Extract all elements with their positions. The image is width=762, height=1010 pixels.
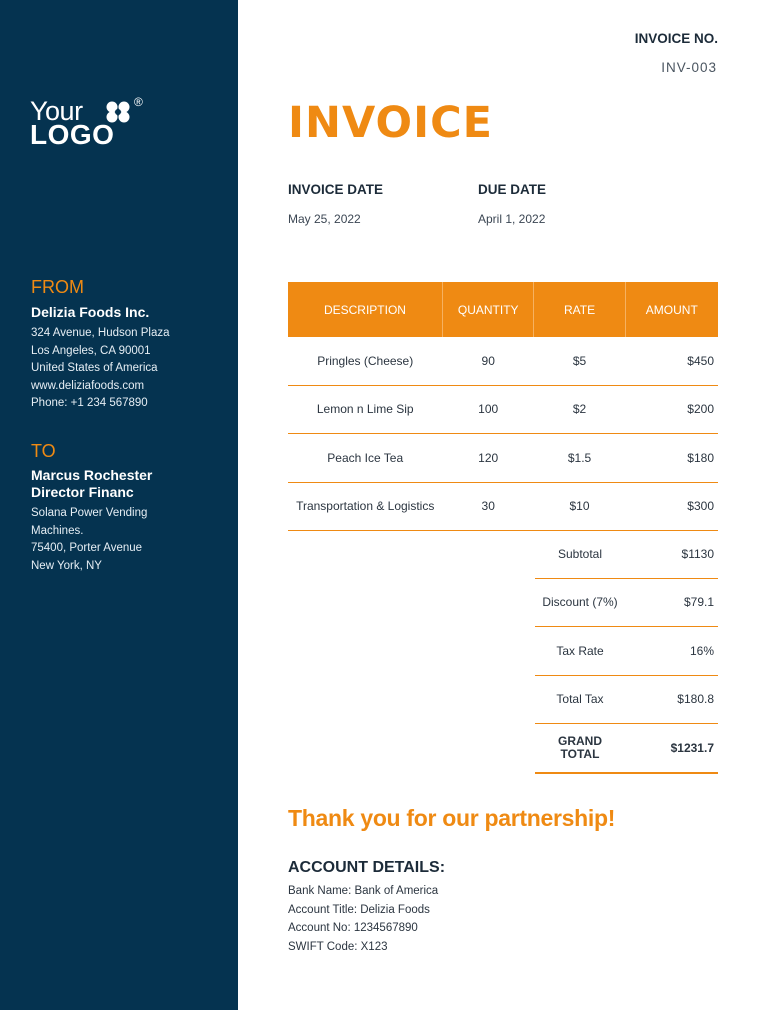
cell-quantity: 120 [442,433,534,483]
header-quantity: QUANTITY [442,282,535,337]
from-address: 324 Avenue, Hudson Plaza Los Angeles, CA… [31,325,170,413]
cell-description: Pringles (Cheese) [288,337,443,386]
invoice-number-value: INV-003 [661,60,717,75]
account-title: Account Title: Delizia Foods [288,903,430,916]
logo-text-line2: LOGO [30,119,115,150]
from-address-line: Los Angeles, CA 90001 [31,344,151,357]
cell-description: Peach Ice Tea [288,433,443,483]
to-title-line: Director Financ [31,484,134,500]
discount-row: Discount (7%) $79.1 [535,578,718,627]
table-row: Lemon n Lime Sip 100 $2 $200 [288,385,718,434]
items-table: DESCRIPTION QUANTITY RATE AMOUNT Pringle… [288,282,718,531]
table-header-row: DESCRIPTION QUANTITY RATE AMOUNT [288,282,718,337]
total-tax-label: Total Tax [535,675,625,724]
company-logo: Your ® LOGO [30,95,160,153]
to-address: Solana Power Vending Machines. 75400, Po… [31,505,147,575]
subtotal-label: Subtotal [535,530,625,579]
grand-total-label: GRAND TOTAL [535,723,625,774]
grand-total-value: $1231.7 [625,723,718,774]
from-website[interactable]: www.deliziafoods.com [31,378,170,396]
table-row: Peach Ice Tea 120 $1.5 $180 [288,433,718,483]
to-address-line: 75400, Porter Avenue [31,542,143,554]
cell-rate: $2 [533,385,626,434]
invoice-number-label: INVOICE NO. [634,31,718,46]
to-name-line: Marcus Rochester [31,467,153,483]
to-address-line: Machines. [31,524,84,537]
invoice-date-value: May 25, 2022 [288,212,361,226]
tax-rate-value: 16% [625,626,718,676]
from-company-name: Delizia Foods Inc. [31,304,150,320]
cell-description: Lemon n Lime Sip [288,385,443,434]
header-amount: AMOUNT [625,282,718,337]
account-number: Account No: 1234567890 [288,922,418,934]
cell-quantity: 30 [442,482,534,531]
grand-total-row: GRAND TOTAL $1231.7 [535,723,718,774]
total-tax-row: Total Tax $180.8 [535,675,718,724]
registered-mark: ® [134,95,143,109]
thank-you-message: Thank you for our partnership! [288,805,616,831]
discount-label: Discount (7%) [535,578,625,627]
due-date-value: April 1, 2022 [478,212,546,226]
total-tax-value: $180.8 [625,675,718,724]
to-address-line: Solana Power Vending [31,507,148,519]
cell-rate: $5 [533,337,626,386]
page-title: INVOICE [288,98,493,148]
totals-table: Subtotal $1130 Discount (7%) $79.1 Tax R… [535,530,718,774]
subtotal-value: $1130 [625,530,718,579]
discount-value: $79.1 [625,578,718,627]
from-address-line: 324 Avenue, Hudson Plaza [31,327,170,339]
table-row: Transportation & Logistics 30 $10 $300 [288,482,718,531]
subtotal-row: Subtotal $1130 [535,530,718,579]
cell-amount: $180 [625,433,718,483]
tax-rate-row: Tax Rate 16% [535,626,718,676]
cell-amount: $200 [625,385,718,434]
table-row: Pringles (Cheese) 90 $5 $450 [288,337,718,386]
account-details-title: ACCOUNT DETAILS: [288,859,446,876]
swift-code: SWIFT Code: X123 [288,940,388,953]
from-address-line: United States of America [31,362,158,374]
cell-amount: $450 [625,337,718,386]
to-client-name: Marcus Rochester Director Financ [31,467,152,501]
account-details: Bank Name: Bank of America Account Title… [288,882,438,956]
due-date-label: DUE DATE [478,182,547,197]
grand-total-label-line2: TOTAL [560,746,600,761]
sidebar: Your ® LOGO FROM Delizia Foods Inc. 324 … [0,0,238,1010]
cell-quantity: 90 [442,337,534,386]
header-rate: RATE [533,282,626,337]
to-label: TO [31,441,56,461]
cell-amount: $300 [625,482,718,531]
grand-total-label-line1: GRAND [558,733,602,748]
invoice-date-label: INVOICE DATE [288,182,384,197]
from-label: FROM [31,277,84,297]
header-description: DESCRIPTION [288,282,443,337]
to-address-line: New York, NY [31,559,102,572]
cell-rate: $10 [533,482,626,531]
cell-rate: $1.5 [533,433,626,483]
from-phone: Phone: +1 234 567890 [31,397,148,409]
cell-quantity: 100 [442,385,534,434]
bank-name: Bank Name: Bank of America [288,885,439,897]
tax-rate-label: Tax Rate [535,626,625,676]
cell-description: Transportation & Logistics [288,482,443,531]
